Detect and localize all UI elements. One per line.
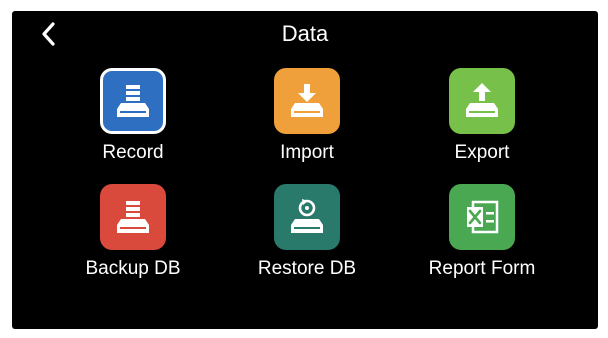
restore-db-label: Restore DB [257, 258, 357, 279]
import-label: Import [280, 142, 334, 163]
page-title: Data [281, 21, 329, 46]
restore-db-icon-box [274, 184, 340, 250]
record-label: Record [102, 142, 164, 163]
export-icon [466, 83, 498, 117]
restore-db-icon [291, 199, 323, 233]
restore-db-tile[interactable]: Restore DB [218, 184, 396, 294]
backup-db-icon-box [100, 184, 166, 250]
record-tile[interactable]: Record [48, 68, 218, 184]
export-icon-box [449, 68, 515, 134]
import-icon-box [274, 68, 340, 134]
export-tile[interactable]: Export [396, 68, 568, 184]
report-form-label: Report Form [428, 258, 536, 279]
export-label: Export [454, 142, 510, 163]
report-form-tile[interactable]: Report Form [396, 184, 568, 294]
backup-db-label: Backup DB [85, 258, 181, 279]
data-screen: Data Record Import Export Backup DB Rest… [12, 11, 598, 329]
backup-db-tile[interactable]: Backup DB [48, 184, 218, 294]
backup-db-icon [117, 201, 149, 233]
excel-report-icon [467, 200, 499, 234]
record-icon-box [100, 68, 166, 134]
import-icon [291, 84, 323, 117]
data-menu-grid: Record Import Export Backup DB Restore D… [48, 68, 568, 294]
import-tile[interactable]: Import [218, 68, 396, 184]
record-icon [117, 85, 149, 117]
report-form-icon-box [449, 184, 515, 250]
